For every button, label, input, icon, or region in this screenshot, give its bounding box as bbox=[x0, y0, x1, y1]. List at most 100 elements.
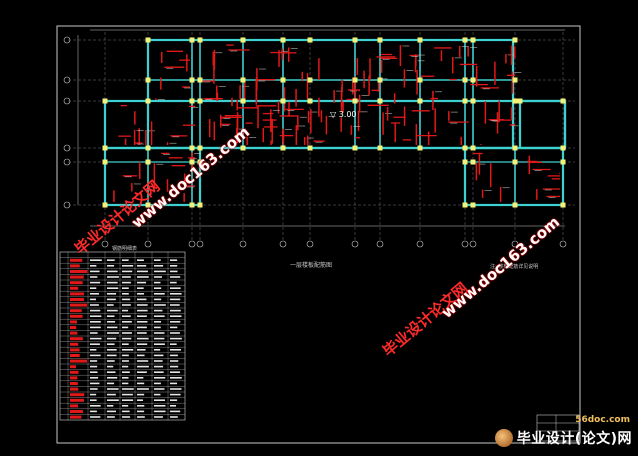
table-cell-text bbox=[90, 343, 100, 345]
column bbox=[377, 98, 383, 104]
table-cell-shape bbox=[70, 376, 78, 380]
table-cell-text bbox=[122, 315, 131, 317]
table-cell-text bbox=[170, 287, 181, 289]
table-cell-text bbox=[90, 281, 101, 284]
table-cell-text bbox=[107, 382, 115, 385]
table-cell-text bbox=[122, 281, 131, 284]
column bbox=[560, 98, 566, 104]
table-cell-text bbox=[107, 276, 119, 278]
table-cell-text bbox=[90, 349, 97, 351]
rebar-schedule-table bbox=[59, 251, 186, 421]
table-cell-text bbox=[137, 265, 147, 267]
table-cell-text bbox=[154, 321, 162, 323]
plan-caption: 一层楼板配筋图 bbox=[290, 261, 332, 269]
table-cell-text bbox=[170, 388, 182, 390]
table-cell-shape bbox=[70, 393, 85, 397]
table-cell-text bbox=[107, 399, 119, 401]
axis-bubble-bottom bbox=[376, 240, 384, 248]
table-cell-text bbox=[170, 265, 178, 267]
table-cell-text bbox=[107, 416, 115, 418]
table-cell-text bbox=[170, 293, 182, 295]
table-cell-text bbox=[90, 416, 101, 418]
table-cell-text bbox=[154, 293, 165, 295]
table-cell-text bbox=[90, 371, 98, 373]
table-cell-text bbox=[90, 270, 100, 273]
table-cell-shape bbox=[70, 281, 83, 285]
table-cell-text bbox=[107, 354, 117, 357]
column bbox=[197, 202, 203, 208]
table-cell-text bbox=[90, 293, 99, 295]
table-cell-text bbox=[137, 393, 145, 396]
table-cell-shape bbox=[70, 292, 84, 296]
table-cell-text bbox=[90, 360, 98, 362]
table-cell-text bbox=[90, 332, 98, 334]
table-cell-text bbox=[122, 365, 129, 368]
table-cell-text bbox=[154, 265, 164, 267]
table-cell-text bbox=[137, 326, 147, 329]
column bbox=[145, 159, 151, 165]
site-logo: 56doc.com 毕业设计(论文)网 bbox=[494, 415, 632, 449]
axis-bubble-bottom bbox=[461, 240, 469, 248]
column bbox=[462, 202, 468, 208]
column bbox=[280, 98, 286, 104]
table-cell-text bbox=[107, 270, 118, 273]
table-cell-text bbox=[107, 259, 115, 261]
table-cell-text bbox=[137, 259, 144, 261]
table-cell-text bbox=[137, 281, 147, 284]
table-cell-text bbox=[90, 410, 97, 413]
table-cell-text bbox=[122, 309, 129, 312]
column bbox=[189, 202, 195, 208]
logo-text: 毕业设计(论文)网 bbox=[516, 431, 632, 447]
table-cell-text bbox=[170, 354, 178, 357]
column bbox=[352, 37, 358, 43]
table-cell-text bbox=[154, 416, 163, 418]
column bbox=[512, 37, 518, 43]
table-cell-shape bbox=[70, 382, 78, 385]
table-cell-text bbox=[137, 416, 145, 418]
column bbox=[352, 145, 358, 151]
column bbox=[280, 145, 286, 151]
column bbox=[512, 202, 518, 208]
column bbox=[307, 77, 313, 83]
table-cell-text bbox=[170, 259, 178, 261]
logo-disc-icon bbox=[494, 429, 513, 447]
table-cell-text bbox=[154, 349, 161, 351]
table-cell-text bbox=[154, 287, 162, 289]
column bbox=[197, 77, 203, 83]
table-cell-shape bbox=[70, 342, 79, 346]
table-cell-text bbox=[107, 410, 116, 413]
table-cell-text bbox=[107, 360, 115, 362]
table-cell-shape bbox=[70, 370, 79, 374]
table-cell-text bbox=[154, 354, 164, 357]
table-cell-text bbox=[170, 315, 182, 317]
table-cell-text bbox=[122, 405, 129, 407]
table-cell-text bbox=[107, 349, 117, 351]
table-cell-shape bbox=[70, 286, 79, 290]
column bbox=[417, 145, 423, 151]
table-cell-text bbox=[107, 298, 116, 301]
column bbox=[470, 77, 476, 83]
table-cell-text bbox=[107, 371, 116, 373]
column bbox=[417, 98, 423, 104]
column bbox=[189, 37, 195, 43]
table-cell-text bbox=[90, 377, 99, 379]
table-cell-text bbox=[122, 416, 131, 418]
drawing-border bbox=[56, 25, 581, 444]
table-cell-text bbox=[122, 287, 129, 289]
table-cell-text bbox=[154, 315, 165, 317]
column bbox=[462, 37, 468, 43]
column bbox=[240, 37, 246, 43]
column bbox=[307, 145, 313, 151]
table-cell-text bbox=[90, 326, 101, 329]
table-cell-text bbox=[137, 377, 144, 379]
table-cell-shape bbox=[70, 398, 84, 402]
table-cell-text bbox=[170, 365, 179, 368]
table-cell-text bbox=[154, 326, 161, 329]
column bbox=[517, 98, 523, 104]
column bbox=[352, 77, 358, 83]
table-cell-text bbox=[122, 337, 132, 340]
column bbox=[377, 77, 383, 83]
logo-site: 56doc.com bbox=[575, 415, 630, 425]
center-mark: ▽ 3.00 bbox=[330, 110, 357, 119]
column bbox=[462, 145, 468, 151]
